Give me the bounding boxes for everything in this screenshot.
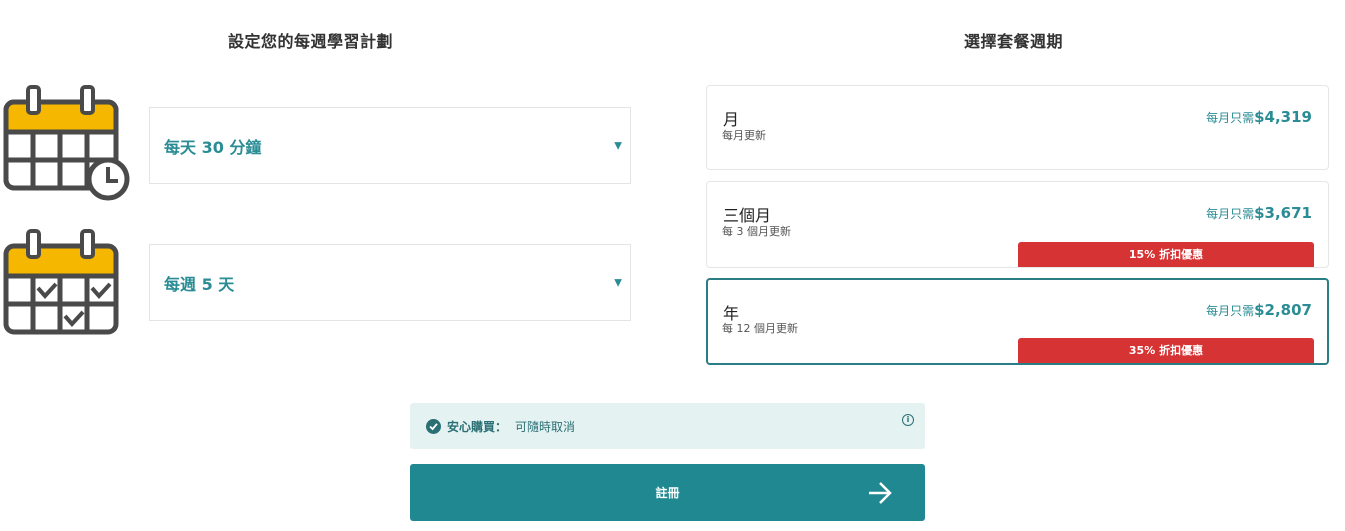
plan-price: 每月只需$4,319 — [1206, 107, 1312, 126]
weekly-days-select[interactable]: 每週 5 天 ▼ — [149, 244, 631, 321]
check-circle-icon — [426, 418, 441, 434]
plan-card-month[interactable]: 月 每月更新 每月只需$4,319 — [706, 85, 1329, 170]
calendar-clock-icon — [3, 85, 130, 201]
daily-time-select[interactable]: 每天 30 分鐘 ▼ — [149, 107, 631, 184]
signup-button[interactable]: 註冊 — [410, 464, 925, 521]
guarantee-text: 可隨時取消 — [515, 419, 576, 434]
price-amount: $3,671 — [1254, 204, 1312, 222]
price-prefix: 每月只需 — [1206, 304, 1255, 318]
price-amount: $2,807 — [1254, 301, 1312, 319]
caret-down-icon: ▼ — [614, 140, 622, 151]
plan-renewal: 每 12 個月更新 — [722, 322, 798, 335]
price-amount: $4,319 — [1254, 108, 1312, 126]
daily-time-value: 每天 30 分鐘 — [164, 137, 262, 157]
weekly-days-value: 每週 5 天 — [164, 274, 235, 294]
plan-card-quarter[interactable]: 三個月 每 3 個月更新 每月只需$3,671 15% 折扣優惠 — [706, 181, 1329, 268]
calendar-check-icon — [3, 229, 119, 335]
discount-badge: 15% 折扣優惠 — [1018, 242, 1314, 267]
plan-price: 每月只需$3,671 — [1206, 203, 1312, 222]
guarantee-banner: 安心購買： 可隨時取消 i — [410, 403, 925, 449]
study-plan-title: 設定您的每週學習計劃 — [228, 32, 394, 51]
plan-renewal: 每 3 個月更新 — [722, 225, 791, 238]
guarantee-label: 安心購買： — [447, 419, 508, 434]
arrow-right-icon — [869, 482, 892, 504]
plan-page: 設定您的每週學習計劃 選擇套餐週期 每天 30 分鐘 ▼ 每週 5 天 ▼ 月 … — [0, 0, 1345, 531]
plan-price: 每月只需$2,807 — [1206, 300, 1312, 319]
price-prefix: 每月只需 — [1206, 111, 1255, 125]
plan-card-year[interactable]: 年 每 12 個月更新 每月只需$2,807 35% 折扣優惠 — [706, 278, 1329, 365]
signup-label: 註冊 — [655, 486, 680, 500]
plan-renewal: 每月更新 — [722, 129, 766, 142]
discount-badge: 35% 折扣優惠 — [1018, 338, 1314, 363]
info-icon[interactable]: i — [902, 414, 914, 426]
plan-period-title: 選擇套餐週期 — [964, 32, 1064, 51]
caret-down-icon: ▼ — [614, 277, 622, 288]
price-prefix: 每月只需 — [1206, 207, 1255, 221]
